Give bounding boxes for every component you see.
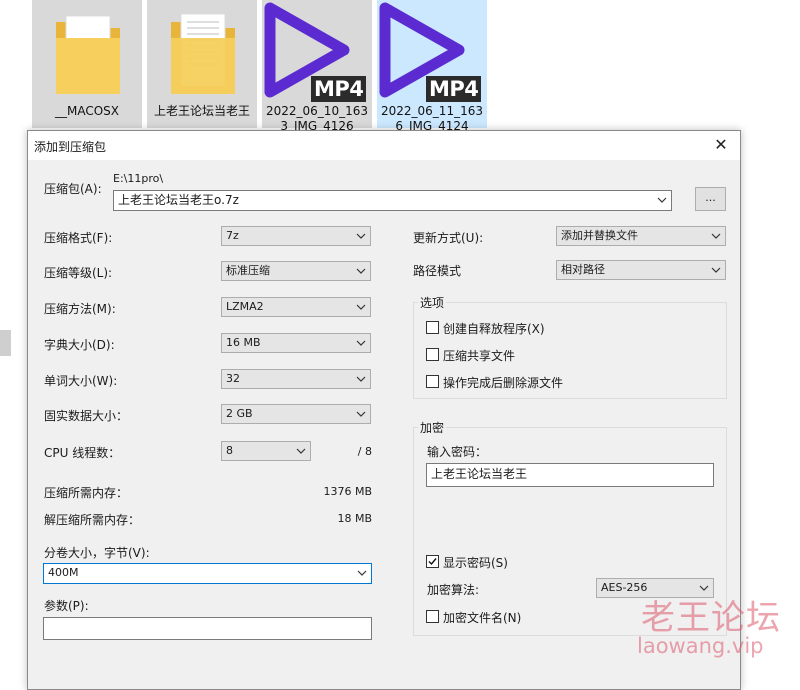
file-item-macosx[interactable]: __MACOSX [32,0,142,128]
params-label: 参数(P): [44,599,89,613]
split-label: 分卷大小，字节(V): [44,546,150,560]
scrollbar-stub[interactable] [0,330,11,356]
chevron-down-icon [354,334,368,352]
mem-decompress-label: 解压缩所需内存： [44,513,141,527]
archive-name-value: 上老王论坛当老王o.7z [118,193,239,207]
level-value: 标准压缩 [226,264,270,277]
format-label: 压缩格式(F): [44,231,113,245]
file-item-video-1[interactable]: MP4 2022_06_10_1633_IMG_4126 [262,0,372,133]
checkbox-box[interactable] [426,555,439,568]
shared-files-label: 压缩共享文件 [443,349,516,363]
mem-decompress-value: 18 MB [337,512,372,525]
folder-icon [56,15,120,94]
chevron-down-icon [354,405,368,423]
show-password-label: 显示密码(S) [443,556,508,570]
chevron-down-icon [294,442,308,460]
browse-button[interactable]: ... [695,187,726,211]
checkbox-box[interactable] [426,610,439,623]
dict-select[interactable]: 16 MB [221,333,371,353]
dict-label: 字典大小(D): [44,338,115,352]
format-select[interactable]: 7z [221,226,371,246]
path-mode-select[interactable]: 相对路径 [556,260,726,280]
word-select[interactable]: 32 [221,369,371,389]
solid-label: 固实数据大小： [44,409,129,423]
mem-compress-label: 压缩所需内存： [44,486,129,500]
chevron-down-icon [709,261,723,279]
solid-select[interactable]: 2 GB [221,404,371,424]
threads-label: CPU 线程数： [44,446,121,460]
chevron-down-icon [354,262,368,280]
file-item-video-2[interactable]: MP4 2022_06_11_1636_IMG_4124 [377,0,487,133]
archive-name-combo[interactable]: 上老王论坛当老王o.7z [113,190,672,211]
dialog-title: 添加到压缩包 [34,140,107,154]
mp4-badge: MP4 [311,76,367,102]
chevron-down-icon [655,191,669,209]
chevron-down-icon [354,370,368,388]
chevron-down-icon [355,564,369,582]
file-item-folder[interactable]: 上老王论坛当老王 [147,0,257,128]
chevron-down-icon [354,298,368,316]
watermark-text-cn: 老王论坛 [641,598,781,638]
solid-value: 2 GB [226,407,253,420]
update-select[interactable]: 添加并替换文件 [556,226,726,246]
word-label: 单词大小(W): [44,374,118,388]
level-select[interactable]: 标准压缩 [221,261,371,281]
dict-value: 16 MB [226,336,261,349]
delete-source-label: 操作完成后删除源文件 [443,376,564,390]
word-value: 32 [226,372,240,385]
update-label: 更新方式(U): [413,231,484,245]
checkbox-box[interactable] [426,375,439,388]
chevron-down-icon [709,227,723,245]
method-value: LZMA2 [226,300,264,313]
archive-path: E:\11pro\ [113,172,164,185]
path-mode-label: 路径模式 [413,264,462,278]
checkbox-box[interactable] [426,321,439,334]
mp4-badge: MP4 [426,76,482,102]
archive-label: 压缩包(A): [44,182,102,196]
add-to-archive-dialog: 添加到压缩包 ✕ 压缩包(A): E:\11pro\ 上老王论坛当老王o.7z … [27,130,741,690]
split-size-combo[interactable]: 400M [43,563,372,584]
path-mode-value: 相对路径 [561,263,605,276]
threads-max: / 8 [357,445,372,458]
dialog-titlebar[interactable]: 添加到压缩包 ✕ [28,131,740,160]
checkmark-icon [428,558,437,566]
options-title: 选项 [418,294,447,311]
encryption-method-label: 加密算法: [427,583,480,597]
method-select[interactable]: LZMA2 [221,297,371,317]
split-value: 400M [48,566,79,579]
mem-compress-value: 1376 MB [323,485,372,498]
params-input[interactable] [43,617,372,640]
encrypt-names-label: 加密文件名(N) [443,611,522,625]
threads-select[interactable]: 8 [221,441,311,461]
password-input[interactable]: 上老王论坛当老王 [426,463,714,487]
sfx-label: 创建自释放程序(X) [443,322,545,336]
password-label: 输入密码： [427,445,488,459]
update-value: 添加并替换文件 [561,229,638,242]
chevron-down-icon [354,227,368,245]
format-value: 7z [226,229,239,242]
encryption-title: 加密 [418,419,447,436]
close-icon[interactable]: ✕ [708,133,734,157]
watermark-text-en: laowang.vip [637,634,764,658]
threads-value: 8 [226,444,233,457]
method-label: 压缩方法(M): [44,302,116,316]
level-label: 压缩等级(L): [44,266,113,280]
checkbox-box[interactable] [426,348,439,361]
folder-icon [171,13,235,94]
